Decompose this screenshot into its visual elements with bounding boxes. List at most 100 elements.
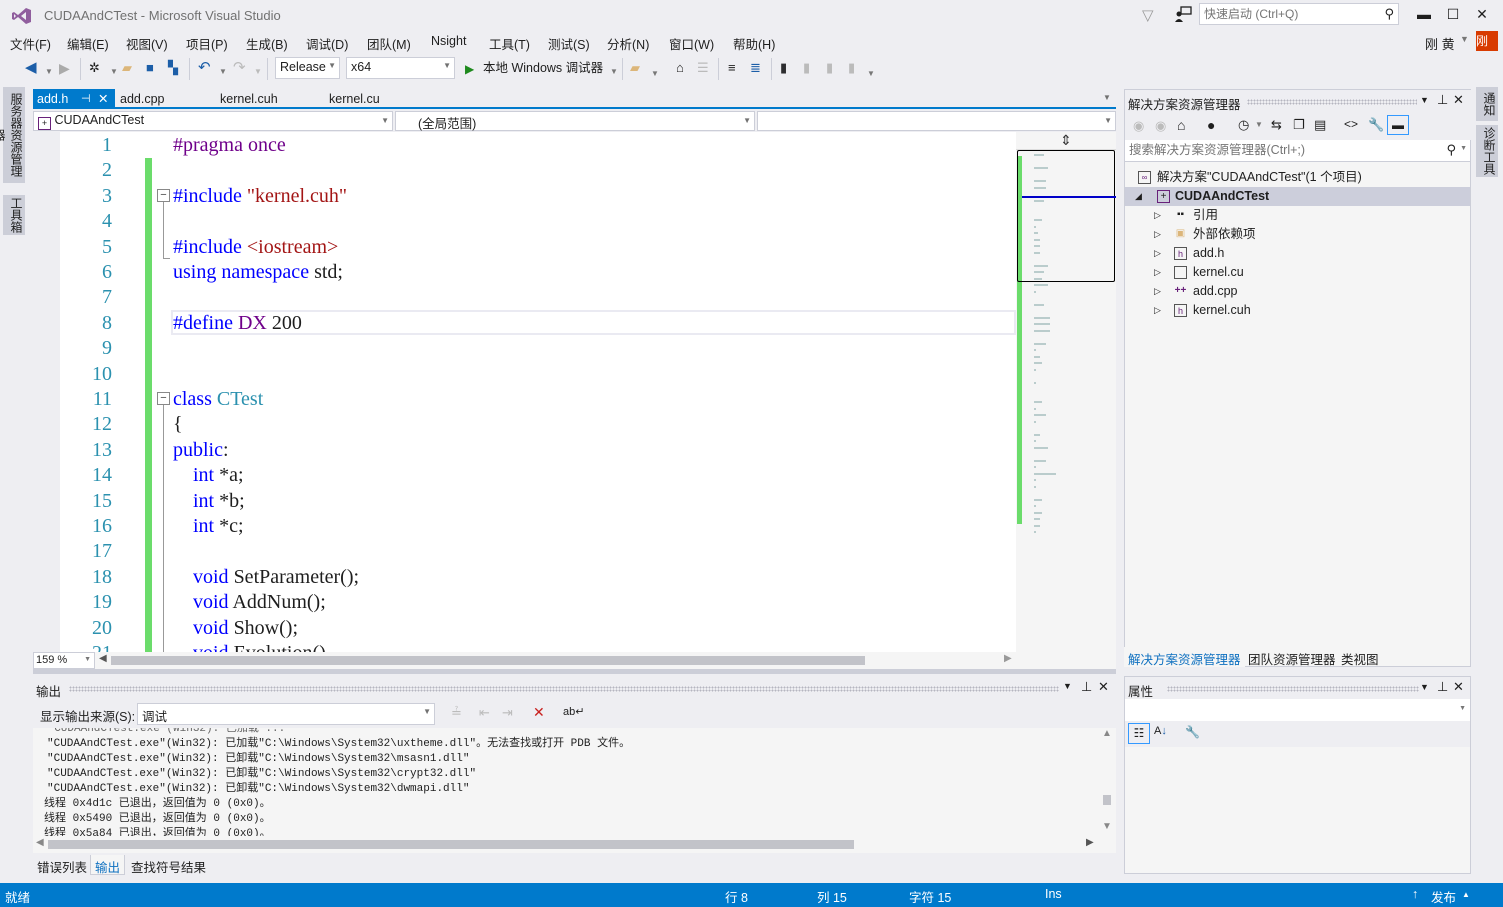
tree-solution-node[interactable]: ∞ 解决方案"CUDAAndCTest"(1 个项目) xyxy=(1125,168,1470,187)
toolbox-tab[interactable]: 工具箱 xyxy=(3,195,25,235)
clear-bookmarks-icon[interactable]: ▮ xyxy=(848,60,855,76)
chevron-down-icon[interactable]: ▼ xyxy=(1255,120,1263,129)
collapsed-arrow-icon[interactable]: ▷ xyxy=(1154,206,1161,225)
menu-nsight[interactable]: Nsight xyxy=(431,34,466,48)
code-line[interactable]: 14 int *a; xyxy=(33,463,1016,488)
search-icon[interactable]: ⚲ xyxy=(1446,142,1456,158)
server-explorer-tab[interactable]: 服务器资源管理器 xyxy=(0,87,25,183)
code-line[interactable]: 20 void Show(); xyxy=(33,616,1016,641)
horizontal-scrollbar-thumb[interactable] xyxy=(111,656,865,665)
notification-filter-icon[interactable]: ▽ xyxy=(1142,6,1158,24)
collapsed-arrow-icon[interactable]: ▷ xyxy=(1154,244,1161,263)
menu-edit[interactable]: 编辑(E) xyxy=(67,34,109,53)
pending-changes-icon[interactable]: ◷ xyxy=(1238,117,1249,133)
previous-bookmark-icon[interactable]: ▮ xyxy=(803,60,810,76)
code-line[interactable]: 18 void SetParameter(); xyxy=(33,565,1016,590)
feedback-icon[interactable] xyxy=(1174,5,1192,23)
tab-add-cpp[interactable]: add.cpp xyxy=(116,89,168,109)
debug-target-button[interactable]: 本地 Windows 调试器 xyxy=(483,60,603,76)
new-project-icon[interactable]: ✲ xyxy=(89,60,100,76)
properties-wrench-icon[interactable]: 🔧 xyxy=(1368,117,1384,133)
collapse-icon[interactable]: − xyxy=(157,392,170,405)
chevron-down-icon[interactable]: ▼ xyxy=(1063,681,1072,691)
menu-tools[interactable]: 工具(T) xyxy=(489,34,530,53)
tab-error-list[interactable]: 错误列表 xyxy=(33,855,91,875)
close-icon[interactable]: ✕ xyxy=(1453,92,1464,108)
find-message-icon[interactable]: ≟ xyxy=(451,705,462,721)
zoom-level-dropdown[interactable]: 159 % ▼ xyxy=(33,652,95,669)
view-code-icon[interactable]: <> xyxy=(1344,117,1358,131)
output-source-dropdown[interactable]: 调试 ▼ xyxy=(137,703,435,725)
code-line[interactable]: 7 xyxy=(33,285,1016,310)
close-icon[interactable]: ✕ xyxy=(98,91,108,107)
code-line[interactable]: 13 public: xyxy=(33,438,1016,463)
tree-item[interactable]: ▷ h kernel.cuh xyxy=(1125,301,1470,320)
tab-class-view[interactable]: 类视图 xyxy=(1337,647,1383,667)
menu-window[interactable]: 窗口(W) xyxy=(669,34,714,53)
code-line[interactable]: 4 xyxy=(33,209,1016,234)
scrollbar-thumb[interactable] xyxy=(48,840,854,849)
forward-icon[interactable]: ◉ xyxy=(1155,118,1166,134)
code-line[interactable]: 6 using namespace std; xyxy=(33,260,1016,285)
menu-project[interactable]: 项目(P) xyxy=(186,34,228,53)
code-line[interactable]: 21 void Evolution() xyxy=(33,641,1016,652)
code-line[interactable]: 3 #include "kernel.cuh" xyxy=(33,184,1016,209)
code-line[interactable]: 2 xyxy=(33,158,1016,183)
collapse-icon[interactable]: − xyxy=(157,189,170,202)
step-into-specific-icon[interactable]: ⌂ xyxy=(676,60,684,76)
output-vertical-scrollbar[interactable]: ▲ ▼ xyxy=(1098,728,1116,836)
find-in-files-icon[interactable]: ▰ xyxy=(630,60,640,76)
collapsed-arrow-icon[interactable]: ▷ xyxy=(1154,225,1161,244)
alphabetical-icon[interactable]: A↓ xyxy=(1154,725,1167,737)
pin-icon[interactable]: ⊥ xyxy=(1081,679,1092,695)
globe-icon[interactable]: ● xyxy=(1207,117,1215,133)
tab-find-symbol-results[interactable]: 查找符号结果 xyxy=(127,855,210,875)
close-icon[interactable]: ✕ xyxy=(1098,679,1109,695)
notifications-tab[interactable]: 通知 xyxy=(1476,87,1498,121)
categorized-icon[interactable]: ☷ xyxy=(1128,723,1150,744)
drag-handle[interactable] xyxy=(69,686,1059,692)
code-line[interactable]: 9 xyxy=(33,336,1016,361)
tab-team-explorer[interactable]: 团队资源管理器 xyxy=(1244,647,1340,667)
code-line[interactable]: 1 #pragma once xyxy=(33,133,1016,158)
chevron-down-icon[interactable]: ▼ xyxy=(1420,682,1429,692)
code-line[interactable]: 8 #define DX 200 xyxy=(33,311,1016,336)
code-line[interactable]: 15 int *b; xyxy=(33,489,1016,514)
collapsed-arrow-icon[interactable]: ▷ xyxy=(1154,282,1161,301)
preview-selected-icon[interactable]: ▬ xyxy=(1387,115,1409,135)
tree-item[interactable]: ▷ ▣ 外部依赖项 xyxy=(1125,225,1470,244)
chevron-down-icon[interactable]: ▼ xyxy=(219,64,227,80)
user-avatar[interactable]: 刚黄 xyxy=(1476,31,1498,51)
chevron-down-icon[interactable]: ▼ xyxy=(254,64,262,80)
tab-kernel-cu[interactable]: kernel.cu xyxy=(325,89,384,109)
scope-dropdown[interactable]: (全局范围) ▼ xyxy=(395,111,755,131)
chevron-down-icon[interactable]: ▼ xyxy=(45,64,53,80)
output-horizontal-scrollbar[interactable]: ◀ ▶ xyxy=(33,836,1116,853)
quick-launch[interactable]: ⚲ xyxy=(1199,3,1399,25)
collapsed-arrow-icon[interactable]: ▷ xyxy=(1154,301,1161,320)
scroll-right-icon[interactable]: ▶ xyxy=(1004,653,1012,664)
toolbar-overflow-icon[interactable]: ▼ xyxy=(867,66,875,82)
search-icon[interactable]: ⚲ xyxy=(1384,6,1394,22)
undo-icon[interactable]: ↶ xyxy=(198,60,211,76)
scroll-up-icon[interactable]: ▲ xyxy=(1102,728,1112,739)
clear-all-icon[interactable]: ✕ xyxy=(533,704,545,721)
home-icon[interactable]: ⌂ xyxy=(1177,117,1185,133)
solution-search-box[interactable]: ⚲ ▼ xyxy=(1125,140,1470,162)
menu-view[interactable]: 视图(V) xyxy=(126,34,168,53)
word-wrap-icon[interactable]: ab↵ xyxy=(563,705,584,718)
member-dropdown[interactable]: ▼ xyxy=(757,111,1116,131)
code-line[interactable]: 11 class CTest xyxy=(33,387,1016,412)
tab-output[interactable]: 输出 xyxy=(90,855,126,875)
code-line[interactable]: 16 int *c; xyxy=(33,514,1016,539)
output-text[interactable]: "CUDAAndCTest.exe"(Win32): 已加载 ... "CUDA… xyxy=(33,728,1098,836)
show-all-files-icon[interactable]: ▤ xyxy=(1314,117,1326,133)
minimap-viewport[interactable] xyxy=(1017,150,1115,282)
publish-arrow-icon[interactable]: ↑ xyxy=(1412,887,1418,901)
code-line[interactable]: 19 void AddNum(); xyxy=(33,590,1016,615)
menu-debug[interactable]: 调试(D) xyxy=(306,34,348,53)
code-line[interactable]: 5 #include <iostream> xyxy=(33,235,1016,260)
menu-team[interactable]: 团队(M) xyxy=(367,34,411,53)
chevron-down-icon[interactable]: ▼ xyxy=(1460,34,1469,44)
next-message-icon[interactable]: ⇥ xyxy=(502,705,513,721)
